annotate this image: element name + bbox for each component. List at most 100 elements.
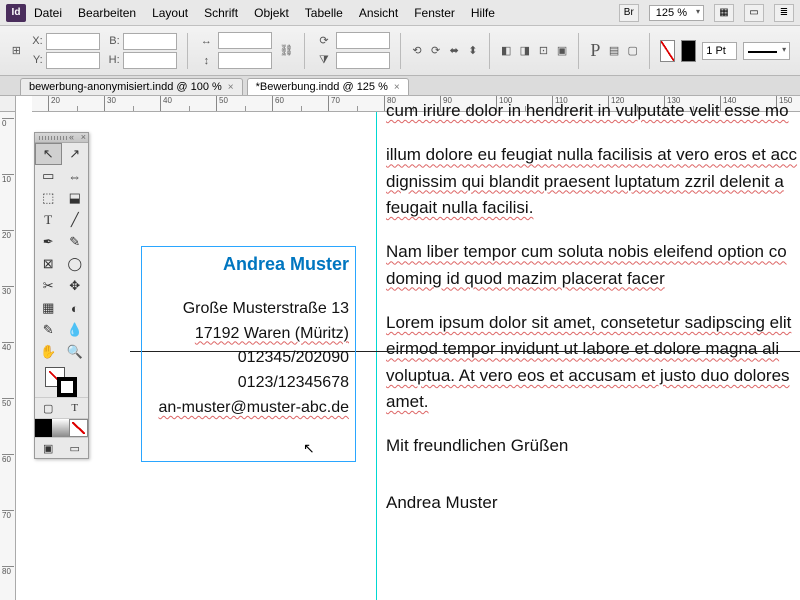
- signature-line: Andrea Muster: [386, 490, 800, 516]
- pencil-tool[interactable]: ✎: [62, 231, 89, 253]
- rotate-ccw-icon[interactable]: ⟲: [411, 42, 424, 60]
- arrange-icon[interactable]: ≣: [774, 4, 794, 22]
- separator: [187, 33, 188, 69]
- stroke-proxy[interactable]: [57, 377, 77, 397]
- stroke-style-dropdown[interactable]: [743, 42, 790, 60]
- zoom-tool[interactable]: 🔍: [62, 341, 89, 363]
- corner-options-icon[interactable]: ▢: [626, 42, 639, 60]
- panel-header[interactable]: « ×: [35, 133, 88, 143]
- y-field[interactable]: [46, 52, 100, 69]
- pen-tool[interactable]: ✒: [35, 231, 62, 253]
- paragraph-style-icon[interactable]: P: [589, 42, 602, 60]
- fill-frame-icon[interactable]: ▣: [556, 42, 569, 60]
- ruler-tick: 40: [160, 96, 216, 111]
- menu-hilfe[interactable]: Hilfe: [471, 6, 495, 20]
- y-label: Y:: [29, 54, 43, 66]
- hand-tool[interactable]: ✋: [35, 341, 62, 363]
- scissors-tool[interactable]: ✂: [35, 275, 62, 297]
- width-field[interactable]: [123, 33, 177, 50]
- view-options-icon[interactable]: ▦: [714, 4, 734, 22]
- menu-datei[interactable]: Datei: [34, 6, 62, 20]
- document-tab[interactable]: *Bewerbung.indd @ 125 % ×: [247, 78, 409, 95]
- gradient-feather-tool[interactable]: ◐: [62, 297, 89, 319]
- rotate-icon: ⟳: [315, 32, 333, 50]
- collapse-icon[interactable]: «: [69, 132, 74, 142]
- page-canvas[interactable]: cum iriure dolor in hendrerit in vulputa…: [16, 112, 800, 600]
- height-field[interactable]: [123, 52, 177, 69]
- screen-mode-icon[interactable]: ▭: [744, 4, 764, 22]
- body-line: Lorem ipsum dolor sit amet, consetetur s…: [386, 313, 791, 332]
- scale-y-field[interactable]: [218, 52, 272, 69]
- fill-swatch[interactable]: [660, 40, 675, 62]
- content-collector-tool[interactable]: ⬚: [35, 187, 62, 209]
- rotate-cw-icon[interactable]: ⟳: [429, 42, 442, 60]
- apply-none-icon[interactable]: [69, 419, 88, 437]
- select-container-icon[interactable]: ◧: [500, 42, 513, 60]
- selection-tool[interactable]: ↖: [35, 143, 62, 165]
- stroke-swatch[interactable]: [681, 40, 696, 62]
- close-icon[interactable]: ×: [228, 82, 234, 93]
- rotate-field[interactable]: [336, 32, 390, 49]
- gradient-swatch-tool[interactable]: ▦: [35, 297, 62, 319]
- shear-field[interactable]: [336, 52, 390, 69]
- formatting-text-icon[interactable]: T: [62, 398, 89, 418]
- body-line: Nam liber tempor cum soluta nobis eleife…: [386, 242, 787, 261]
- rectangle-frame-tool[interactable]: ⊠: [35, 253, 62, 275]
- stroke-weight-field[interactable]: 1 Pt: [702, 42, 737, 60]
- menu-ansicht[interactable]: Ansicht: [359, 6, 398, 20]
- address-email: an-muster@muster-abc.de: [158, 399, 349, 416]
- type-tool[interactable]: T: [35, 209, 62, 231]
- line-tool[interactable]: ╱: [62, 209, 89, 231]
- select-content-icon[interactable]: ◨: [519, 42, 532, 60]
- fill-stroke-proxy[interactable]: [35, 363, 88, 397]
- ruler-origin[interactable]: [0, 96, 16, 112]
- fit-content-icon[interactable]: ⊡: [537, 42, 550, 60]
- zoom-dropdown[interactable]: 125 %: [649, 5, 704, 21]
- menu-fenster[interactable]: Fenster: [414, 6, 455, 20]
- menu-layout[interactable]: Layout: [152, 6, 188, 20]
- flip-v-icon[interactable]: ⬍: [467, 42, 480, 60]
- page-tool[interactable]: ▭: [35, 165, 62, 187]
- body-line: cum iriure dolor in hendrerit in vulputa…: [386, 101, 789, 120]
- body-line: eirmod tempor invidunt ut labore et dolo…: [386, 339, 779, 358]
- menu-tabelle[interactable]: Tabelle: [305, 6, 343, 20]
- body-text-frame[interactable]: cum iriure dolor in hendrerit in vulputa…: [386, 116, 800, 534]
- x-field[interactable]: [46, 33, 100, 50]
- ruler-tick: 20: [2, 230, 14, 240]
- ruler-tick: 30: [2, 286, 14, 296]
- bridge-button[interactable]: Br: [619, 4, 639, 22]
- body-line: feugait nulla facilisi.: [386, 198, 533, 217]
- apply-gradient-icon[interactable]: [52, 419, 69, 437]
- menu-objekt[interactable]: Objekt: [254, 6, 289, 20]
- formatting-container-icon[interactable]: ▢: [35, 398, 62, 418]
- eyedropper-tool[interactable]: 💧: [62, 319, 89, 341]
- menu-schrift[interactable]: Schrift: [204, 6, 238, 20]
- ruler-tick: 70: [328, 96, 384, 111]
- ruler-tick: 50: [216, 96, 272, 111]
- text-wrap-icon[interactable]: ▤: [608, 42, 621, 60]
- content-placer-tool[interactable]: ⬓: [62, 187, 89, 209]
- constrain-icon[interactable]: ⛓: [278, 42, 294, 60]
- address-text-frame[interactable]: Andrea Muster Große Musterstraße 13 1719…: [141, 246, 356, 462]
- normal-view-icon[interactable]: ▣: [35, 438, 62, 458]
- tools-panel[interactable]: « × ↖ ↗ ▭ ⇔ ⬚ ⬓ T ╱ ✒ ✎ ⊠ ◯ ✂ ✥ ▦ ◐ ✎ 💧 …: [34, 132, 89, 459]
- direct-selection-tool[interactable]: ↗: [62, 143, 89, 165]
- close-icon[interactable]: ×: [81, 132, 86, 142]
- vertical-ruler[interactable]: 0 10 20 30 40 50 60 70 80: [0, 112, 16, 600]
- preview-view-icon[interactable]: ▭: [62, 438, 89, 458]
- document-tab[interactable]: bewerbung-anonymisiert.indd @ 100 % ×: [20, 78, 243, 95]
- close-icon[interactable]: ×: [394, 82, 400, 93]
- ruler-tick: 80: [2, 566, 14, 576]
- flip-h-icon[interactable]: ⬌: [448, 42, 461, 60]
- scale-x-field[interactable]: [218, 32, 272, 49]
- tab-label: bewerbung-anonymisiert.indd @ 100 %: [29, 81, 222, 93]
- menu-bearbeiten[interactable]: Bearbeiten: [78, 6, 136, 20]
- note-tool[interactable]: ✎: [35, 319, 62, 341]
- apply-color-icon[interactable]: [35, 419, 52, 437]
- free-transform-tool[interactable]: ✥: [62, 275, 89, 297]
- position-group: X: Y:: [29, 33, 100, 69]
- gap-tool[interactable]: ⇔: [62, 165, 89, 187]
- separator: [578, 33, 579, 69]
- reference-point-icon[interactable]: ⊞: [10, 42, 23, 60]
- rectangle-tool[interactable]: ◯: [62, 253, 89, 275]
